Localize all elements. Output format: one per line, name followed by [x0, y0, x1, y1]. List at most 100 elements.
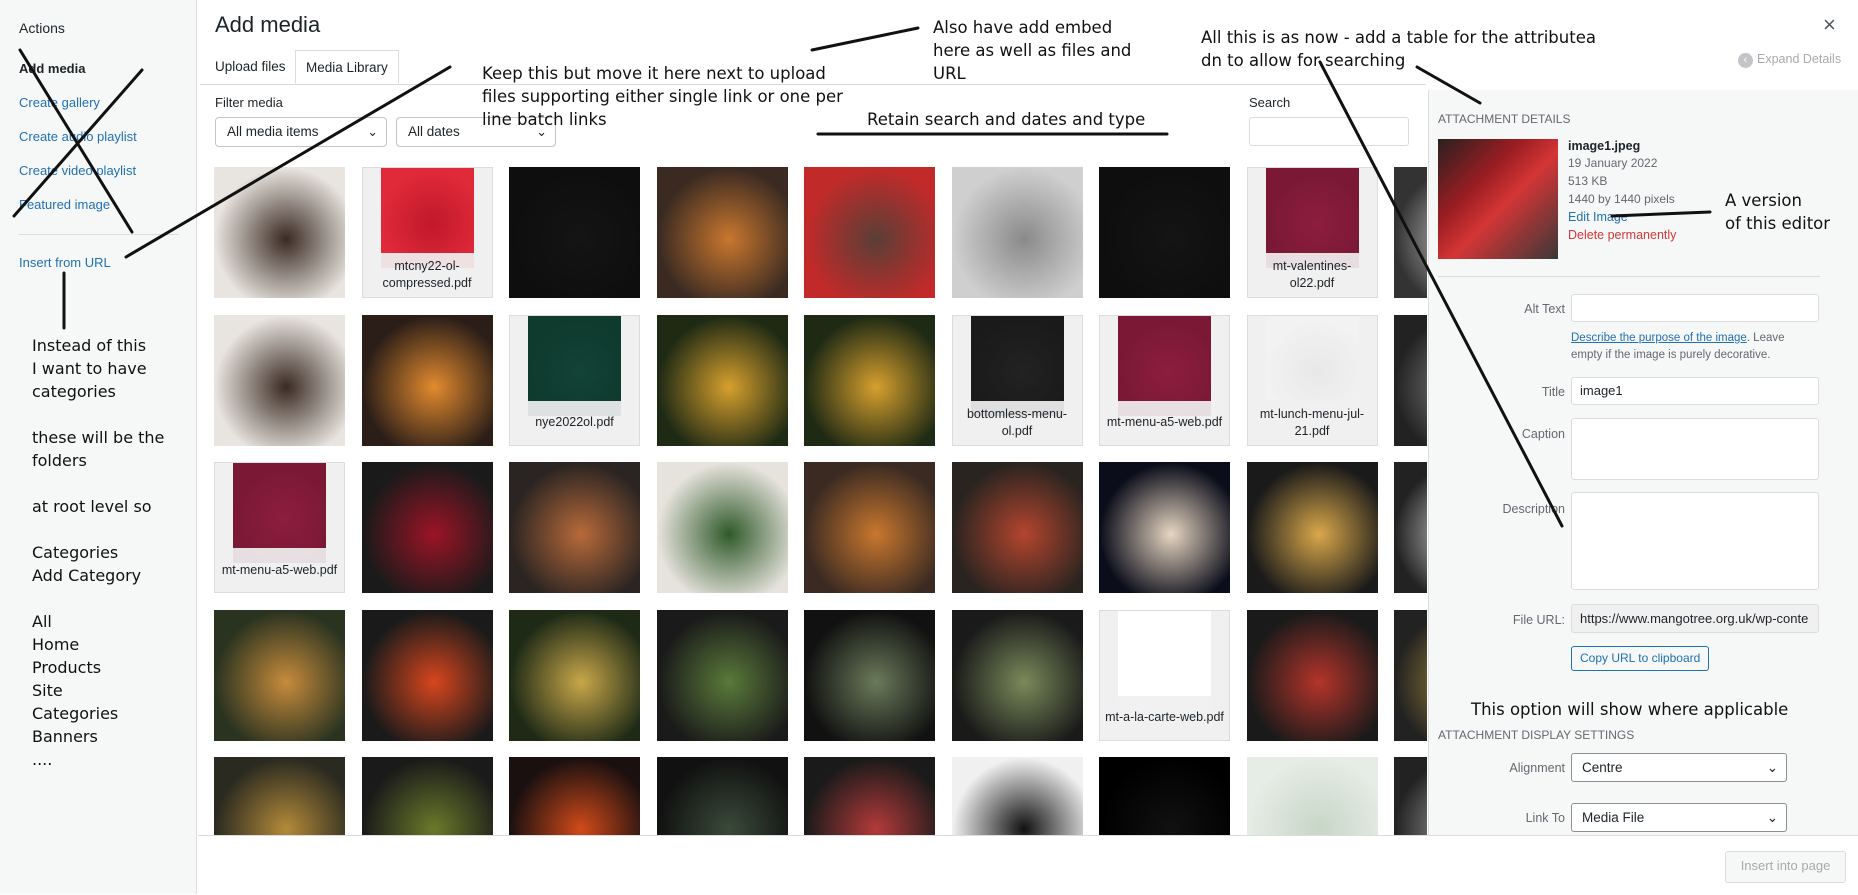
media-tile-image[interactable]	[1099, 757, 1230, 835]
media-filename: mt-menu-a5-web.pdf	[1100, 400, 1229, 445]
media-tile-image[interactable]	[1394, 462, 1427, 593]
sidebar-item-create-gallery[interactable]: Create gallery	[19, 95, 100, 110]
media-tile-image[interactable]	[214, 167, 345, 298]
media-tile-document[interactable]: mtcny22-ol-compressed.pdf	[361, 167, 493, 298]
describe-purpose-link[interactable]: Describe the purpose of the image	[1571, 332, 1747, 344]
media-tile-image[interactable]	[509, 167, 640, 298]
media-filename: mt-lunch-menu-jul-21.pdf	[1247, 400, 1377, 445]
media-type-filter[interactable]: All media items ⌄	[215, 117, 387, 147]
media-thumbnail	[509, 757, 640, 835]
sidebar-item-insert-from-url[interactable]: Insert from URL	[19, 255, 111, 270]
sidebar-item-create-audio-playlist[interactable]: Create audio playlist	[19, 129, 137, 144]
media-tile-image[interactable]	[1394, 314, 1427, 446]
sidebar-divider	[19, 234, 179, 235]
media-tile-image[interactable]	[656, 462, 788, 593]
edit-image-link[interactable]: Edit Image	[1568, 210, 1628, 224]
tab-upload-files[interactable]: Upload files	[205, 50, 296, 84]
media-tile-image[interactable]	[1394, 609, 1427, 741]
media-tile-image[interactable]	[656, 757, 788, 835]
media-thumbnail	[214, 314, 345, 446]
media-thumbnail	[361, 462, 493, 593]
media-tile-image[interactable]	[1394, 757, 1427, 835]
media-tile-image[interactable]	[361, 314, 493, 446]
media-filename: nye2022ol.pdf	[510, 400, 639, 445]
filter-media-label: Filter media	[215, 95, 283, 110]
media-tile-image[interactable]	[1246, 609, 1378, 741]
media-tile-image[interactable]	[1099, 167, 1230, 298]
media-thumbnail	[656, 609, 788, 741]
link-to-value: Media File	[1582, 810, 1645, 825]
media-thumbnail	[1246, 757, 1378, 835]
insert-into-page-button[interactable]: Insert into page	[1725, 851, 1846, 883]
media-tile-document[interactable]: bottomless-menu-ol.pdf	[951, 314, 1083, 446]
tab-media-library[interactable]: Media Library	[295, 50, 399, 84]
media-tile-image[interactable]	[656, 609, 788, 741]
media-grid: mtcny22-ol-compressed.pdf mt-valentines-o…	[214, 167, 1427, 835]
display-settings-heading: ATTACHMENT DISPLAY SETTINGS	[1438, 728, 1635, 742]
media-tile-image[interactable]	[1394, 167, 1427, 298]
media-tile-document[interactable]: mt-a-la-carte-web.pdf	[1099, 609, 1230, 741]
delete-permanently-link[interactable]: Delete permanently	[1568, 228, 1676, 242]
media-tile-image[interactable]	[804, 757, 935, 835]
note-retain-search: Retain search and dates and type	[867, 110, 1146, 129]
media-tile-document[interactable]: mt-lunch-menu-jul-21.pdf	[1246, 314, 1378, 446]
media-tile-image[interactable]	[951, 757, 1083, 835]
chevron-left-icon: ‹	[1738, 53, 1753, 68]
media-tile-image[interactable]	[361, 609, 493, 741]
media-thumbnail	[951, 462, 1083, 593]
media-thumbnail	[804, 314, 935, 446]
media-tile-image[interactable]	[1099, 462, 1230, 593]
media-tile-image[interactable]	[361, 757, 493, 835]
chevron-down-icon: ⌄	[1766, 810, 1778, 825]
media-tile-image[interactable]	[951, 609, 1083, 741]
media-tile-image[interactable]	[804, 167, 935, 298]
media-tile-image[interactable]	[509, 757, 640, 835]
media-tile-image[interactable]	[1246, 757, 1378, 835]
media-tile-document[interactable]: mt-menu-a5-web.pdf	[1099, 314, 1230, 446]
media-tile-image[interactable]	[951, 167, 1083, 298]
media-tile-document[interactable]: mt-valentines-ol22.pdf	[1246, 167, 1378, 298]
media-thumbnail	[1394, 167, 1427, 298]
close-icon[interactable]: ×	[1823, 12, 1836, 38]
link-to-select[interactable]: Media File ⌄	[1571, 803, 1787, 832]
media-tile-image[interactable]	[951, 462, 1083, 593]
media-thumbnail	[509, 609, 640, 741]
media-tile-image[interactable]	[656, 167, 788, 298]
sidebar-item-create-video-playlist[interactable]: Create video playlist	[19, 163, 136, 178]
file-url-field[interactable]: https://www.mangotree.org.uk/wp-conte	[1571, 604, 1819, 633]
media-tile-image[interactable]	[804, 462, 935, 593]
alignment-label: Alignment	[1509, 761, 1565, 775]
note-keep-move: Keep this but move it here next to uploa…	[482, 64, 843, 129]
media-tile-image[interactable]	[361, 462, 493, 593]
media-tile-image[interactable]	[804, 314, 935, 446]
sidebar-item-add-media[interactable]: Add media	[19, 61, 85, 76]
media-tile-image[interactable]	[804, 609, 935, 741]
media-tile-image[interactable]	[509, 609, 640, 741]
caption-field[interactable]	[1571, 418, 1819, 480]
search-input[interactable]	[1249, 117, 1409, 146]
media-tile-image[interactable]	[656, 314, 788, 446]
note-categories: Instead of this I want to have categorie…	[32, 336, 165, 769]
media-toolbar	[198, 835, 1858, 895]
file-url-label: File URL:	[1512, 613, 1565, 627]
media-tile-document[interactable]: mt-menu-a5-web.pdf	[214, 462, 345, 593]
caption-label: Caption	[1521, 427, 1565, 441]
alt-text-field[interactable]	[1571, 294, 1819, 322]
title-field[interactable]: image1	[1571, 377, 1819, 405]
alignment-select[interactable]: Centre ⌄	[1571, 753, 1787, 782]
copy-url-button[interactable]: Copy URL to clipboard	[1571, 646, 1710, 671]
expand-details-button[interactable]: ‹ Expand Details	[1738, 52, 1841, 68]
attachment-thumbnail	[1438, 139, 1558, 259]
media-thumbnail	[1394, 314, 1427, 446]
media-tile-image[interactable]	[509, 462, 640, 593]
description-field[interactable]	[1571, 492, 1819, 590]
media-tile-image[interactable]	[214, 757, 345, 835]
sidebar-item-featured-image[interactable]: Featured image	[19, 197, 110, 212]
media-tile-document[interactable]: nye2022ol.pdf	[509, 314, 640, 446]
media-tile-image[interactable]	[214, 314, 345, 446]
media-thumbnail	[214, 757, 345, 835]
media-tile-image[interactable]	[214, 609, 345, 741]
arrow-embed	[810, 26, 920, 52]
date-filter-value: All dates	[408, 124, 460, 139]
media-tile-image[interactable]	[1246, 462, 1378, 593]
